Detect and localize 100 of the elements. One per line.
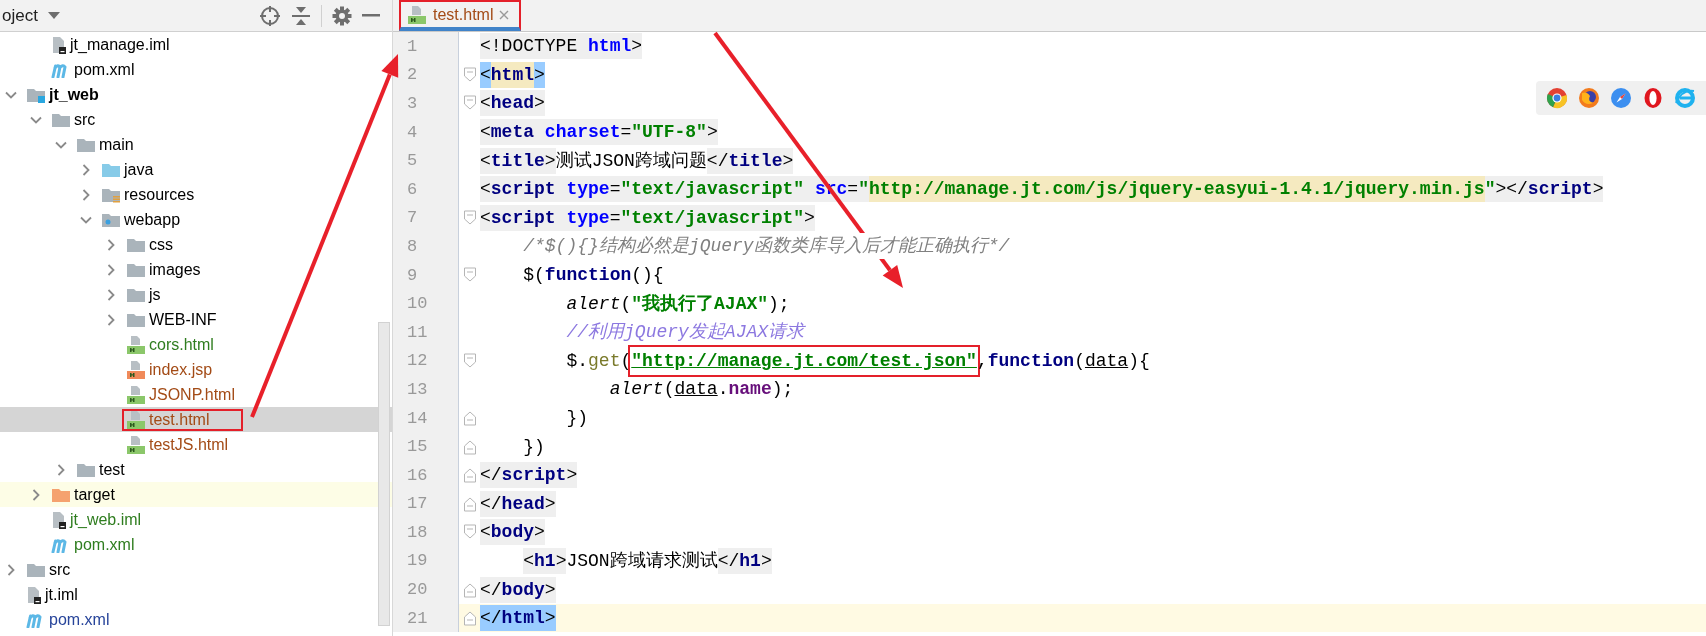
minimize-icon[interactable]: [362, 13, 380, 18]
line-number: 14: [393, 403, 459, 433]
line-number: 12: [393, 346, 459, 376]
code-text: }): [523, 435, 545, 459]
url-string: "http://manage.jt.com/test.json": [631, 347, 977, 374]
tree-item-label[interactable]: java: [124, 160, 154, 179]
string-literal: ": [1484, 176, 1496, 203]
line-number: 1: [393, 32, 459, 61]
tree-item-label[interactable]: WEB-INF: [149, 310, 217, 329]
string-literal: ": [858, 176, 869, 203]
code-text: (){: [631, 264, 664, 288]
tag-name: body: [490, 519, 535, 546]
collapse-icon[interactable]: [291, 4, 311, 27]
tag-name: script: [490, 204, 567, 231]
chevron-right-icon[interactable]: [105, 263, 117, 276]
chevron-right-icon[interactable]: [105, 238, 117, 251]
attribute-name: type: [566, 176, 610, 203]
tree-item-label[interactable]: css: [149, 235, 173, 254]
fold-marker-icon[interactable]: [463, 467, 476, 484]
tree-item-label[interactable]: jt_web.iml: [70, 510, 142, 529]
code-text: );: [768, 292, 790, 316]
tree-item-label[interactable]: src: [74, 110, 96, 129]
fold-marker-icon[interactable]: [463, 495, 476, 512]
fold-marker-icon[interactable]: [463, 66, 476, 83]
target-icon[interactable]: [259, 4, 281, 27]
fold-marker-icon[interactable]: [463, 410, 476, 426]
line-number: 3: [393, 89, 459, 118]
scrollbar[interactable]: [378, 322, 390, 626]
tree-item-label[interactable]: test: [99, 460, 125, 479]
chevron-right-icon[interactable]: [80, 188, 92, 201]
fold-marker-icon[interactable]: [463, 209, 476, 226]
tree-item-label[interactable]: cors.html: [149, 335, 214, 354]
code-punctuation: >: [534, 90, 545, 117]
tree-item-label[interactable]: pom.xml: [74, 535, 135, 554]
line-number: 11: [393, 317, 459, 347]
property-name: name: [728, 378, 772, 402]
chevron-right-icon[interactable]: [30, 488, 42, 501]
code-text: (: [663, 378, 675, 402]
caret-down-icon[interactable]: [47, 11, 60, 20]
code-punctuation: <: [480, 61, 491, 88]
tree-item-label[interactable]: jt.iml: [45, 585, 78, 604]
code-text: }): [566, 407, 589, 430]
code-punctuation: >: [566, 462, 578, 489]
code-punctuation: <!DOCTYPE: [480, 33, 589, 60]
tree-item-label[interactable]: resources: [124, 185, 195, 204]
attribute-name: type: [566, 204, 610, 231]
attribute-name: charset: [544, 119, 621, 146]
tree-item-label[interactable]: main: [99, 135, 134, 154]
code-punctuation: >: [555, 548, 567, 574]
code-text: $.: [566, 349, 589, 373]
tag-name: head: [490, 90, 535, 117]
settings-icon[interactable]: [332, 5, 352, 26]
tree-item-label[interactable]: testJS.html: [149, 435, 229, 454]
tag-name: script: [501, 462, 567, 489]
browser-icon[interactable]: [1578, 87, 1600, 109]
fold-marker-icon[interactable]: [463, 267, 476, 284]
tree-item-label[interactable]: js: [149, 285, 161, 304]
fold-marker-icon[interactable]: [463, 581, 476, 598]
tree-item-label[interactable]: JSONP.html: [149, 385, 235, 404]
chevron-right-icon[interactable]: [80, 163, 92, 176]
fold-marker-icon[interactable]: [463, 610, 476, 627]
function-call: alert: [566, 292, 621, 316]
chevron-right-icon[interactable]: [55, 463, 67, 476]
code-text: JSON跨域请求测试: [566, 550, 718, 573]
line-number: 9: [393, 260, 459, 290]
tag-name: body: [501, 576, 545, 603]
tree-item-label[interactable]: images: [149, 260, 201, 279]
chevron-right-icon[interactable]: [105, 313, 117, 326]
keyword: function: [987, 349, 1075, 373]
code-punctuation: ></: [1495, 176, 1528, 203]
string-literal: "我执行了AJAX": [631, 292, 769, 316]
chevron-right-icon[interactable]: [5, 563, 17, 576]
code-punctuation: <: [480, 119, 491, 146]
tree-item-label[interactable]: index.jsp: [149, 360, 213, 379]
tree-item-label[interactable]: pom.xml: [49, 610, 110, 629]
tree-item-label[interactable]: src: [49, 560, 71, 579]
line-number: 6: [393, 174, 459, 204]
tree-item-label[interactable]: jt_web: [49, 85, 99, 104]
tree-item-label[interactable]: webapp: [124, 210, 181, 229]
fold-marker-icon[interactable]: [463, 352, 476, 369]
tree-item-label[interactable]: jt_manage.iml: [70, 35, 170, 54]
string-literal: "text/javascript": [620, 204, 805, 231]
browser-icon[interactable]: [1546, 87, 1568, 109]
browser-icon[interactable]: [1642, 87, 1664, 109]
code-punctuation: >: [760, 548, 772, 574]
chevron-right-icon[interactable]: [105, 288, 117, 301]
code-punctuation: <: [480, 90, 491, 117]
fold-marker-icon[interactable]: [463, 438, 476, 455]
close-icon[interactable]: [499, 9, 510, 20]
tree-item-label[interactable]: target: [74, 485, 115, 504]
tag-name: script: [1527, 176, 1593, 203]
tree-item-label[interactable]: pom.xml: [74, 60, 135, 79]
tag-name: title: [490, 147, 545, 174]
code-punctuation: <: [480, 147, 491, 174]
fold-marker-icon[interactable]: [463, 95, 476, 112]
line-number: 15: [393, 432, 459, 461]
function-call: alert: [609, 378, 664, 402]
fold-marker-icon[interactable]: [463, 524, 476, 541]
panel-title[interactable]: oject: [2, 5, 38, 26]
code-punctuation: >: [544, 576, 556, 603]
